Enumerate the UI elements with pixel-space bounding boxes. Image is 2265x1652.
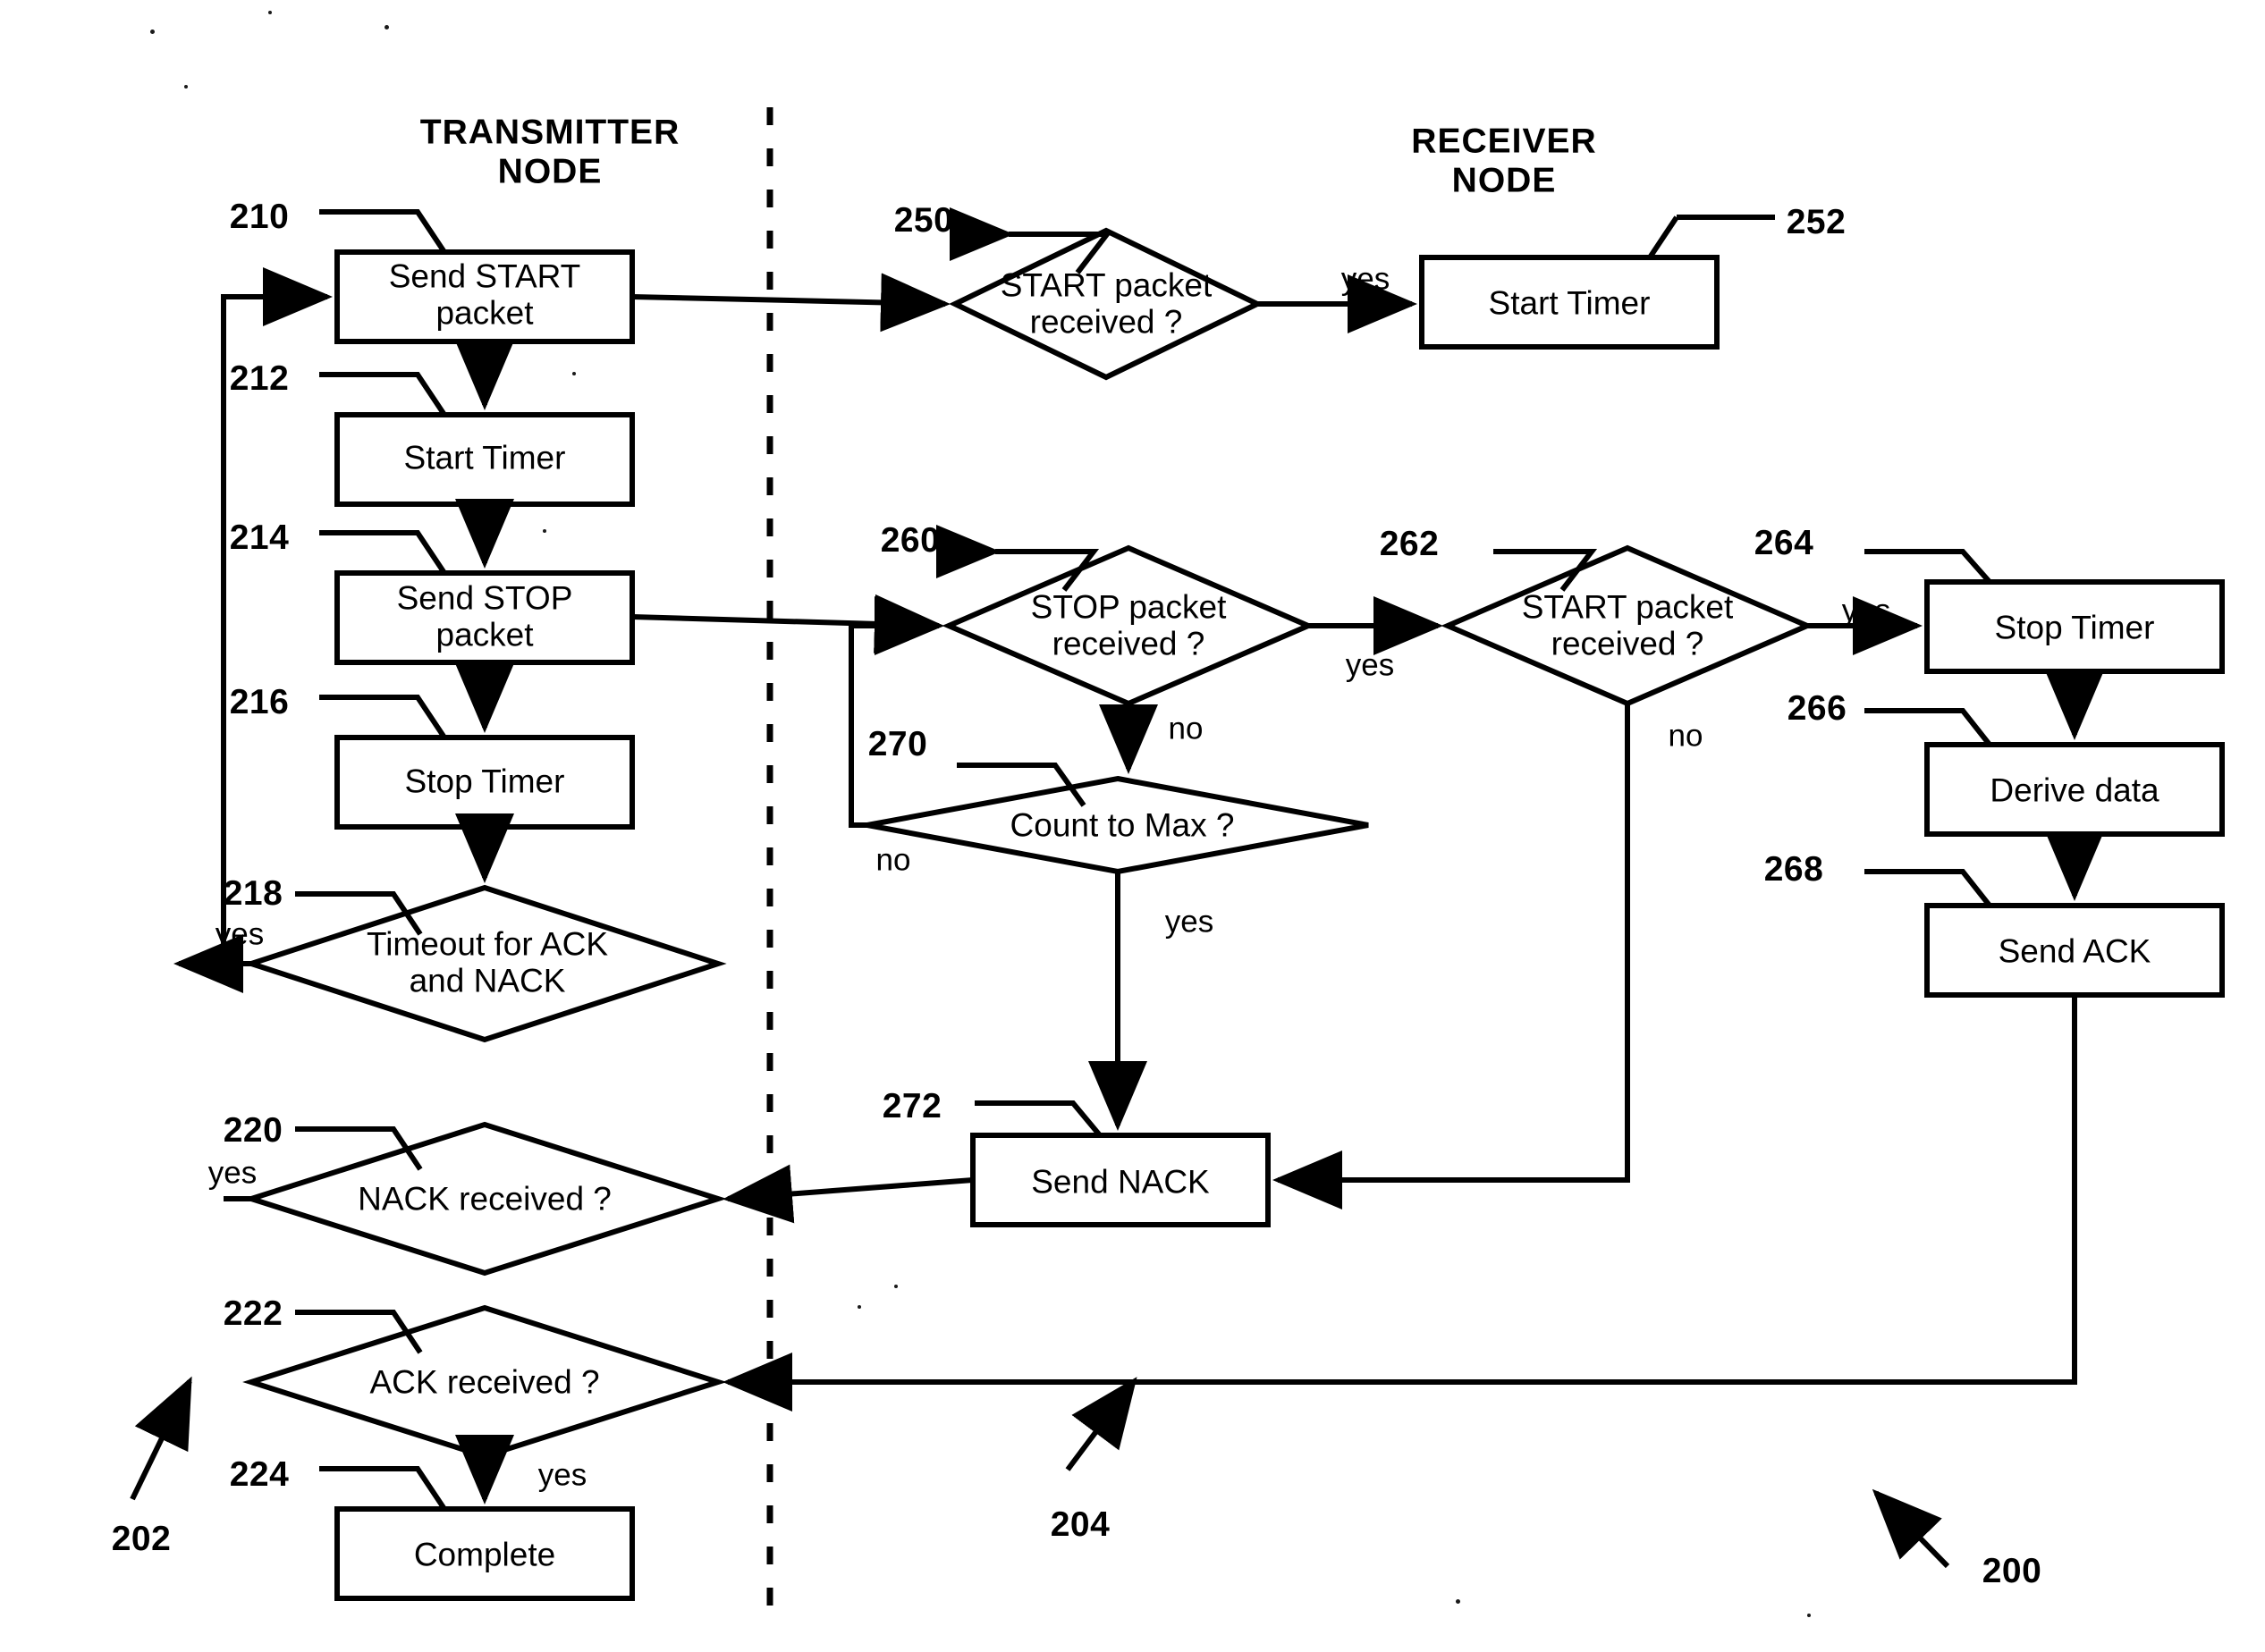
scan-speck	[894, 1285, 898, 1288]
node-220-label: NACK received ?	[358, 1180, 612, 1218]
node-270-label: Count to Max ?	[1010, 806, 1235, 844]
ref-numeral-264: 264	[1754, 524, 1814, 563]
ref-numeral-222: 222	[223, 1294, 283, 1334]
node-264-label: Stop Timer	[1994, 609, 2155, 646]
node-216-label: Stop Timer	[404, 763, 565, 800]
ref-numeral-272: 272	[882, 1087, 942, 1126]
branch-label-270-no: no	[875, 842, 911, 878]
node-224-label: Complete	[413, 1536, 556, 1573]
column-heading-transmitter: TRANSMITTER NODE	[419, 113, 680, 190]
ref-numeral-214: 214	[229, 518, 290, 558]
scan-speck	[150, 30, 155, 34]
scan-speck	[1807, 1614, 1811, 1617]
column-heading-receiver: RECEIVER NODE	[1411, 122, 1597, 199]
node-212-label: Start Timer	[403, 439, 566, 476]
ref-numeral-202: 202	[111, 1520, 172, 1559]
ref-numeral-218: 218	[223, 874, 283, 914]
node-262-label: START packet received ?	[1521, 588, 1734, 662]
ref-numeral-250: 250	[893, 201, 954, 240]
scan-speck	[572, 372, 576, 375]
ref-numeral-210: 210	[229, 198, 290, 237]
ref-numeral-260: 260	[880, 521, 941, 560]
ref-numeral-266: 266	[1787, 689, 1847, 729]
ref-numeral-216: 216	[229, 683, 290, 722]
branch-label-222-yes: yes	[537, 1457, 587, 1493]
branch-label-260-no: no	[1168, 711, 1204, 746]
node-260-label: STOP packet received ?	[1030, 588, 1227, 662]
ref-numeral-224: 224	[229, 1455, 290, 1495]
ref-numeral-200: 200	[1982, 1552, 2042, 1591]
scan-speck	[184, 85, 188, 88]
scan-speck	[268, 11, 272, 14]
branch-label-250-yes: yes	[1340, 261, 1390, 297]
branch-label-260-yes: yes	[1345, 647, 1395, 683]
node-272-label: Send NACK	[1031, 1163, 1210, 1201]
ref-numeral-204: 204	[1050, 1505, 1111, 1545]
node-210-label: Send START packet	[388, 257, 581, 332]
ref-numeral-252: 252	[1786, 203, 1847, 242]
scan-speck	[385, 25, 389, 30]
ref-numeral-270: 270	[867, 725, 928, 764]
ref-numeral-220: 220	[223, 1111, 283, 1150]
ref-numeral-212: 212	[229, 359, 290, 399]
scan-speck	[858, 1305, 861, 1309]
scan-speck	[543, 529, 546, 533]
node-250-label: START packet received ?	[1000, 266, 1213, 341]
node-214-label: Send STOP packet	[396, 579, 573, 653]
branch-label-270-yes: yes	[1164, 904, 1214, 940]
node-218-label: Timeout for ACK and NACK	[366, 925, 609, 999]
scan-speck	[1456, 1599, 1460, 1604]
branch-label-262-no: no	[1668, 718, 1703, 754]
node-266-label: Derive data	[1990, 771, 2159, 809]
branch-label-220-yes: yes	[207, 1155, 258, 1191]
ref-numeral-262: 262	[1379, 525, 1440, 564]
patent-figure-canvas: TRANSMITTER NODE RECEIVER NODE Send STAR…	[0, 0, 2265, 1652]
ref-numeral-268: 268	[1763, 850, 1824, 889]
branch-label-262-yes: yes	[1841, 593, 1891, 628]
node-252-label: Start Timer	[1488, 284, 1651, 322]
node-268-label: Send ACK	[1998, 932, 2151, 970]
branch-label-218-yes: yes	[215, 916, 265, 952]
node-222-label: ACK received ?	[369, 1363, 600, 1401]
